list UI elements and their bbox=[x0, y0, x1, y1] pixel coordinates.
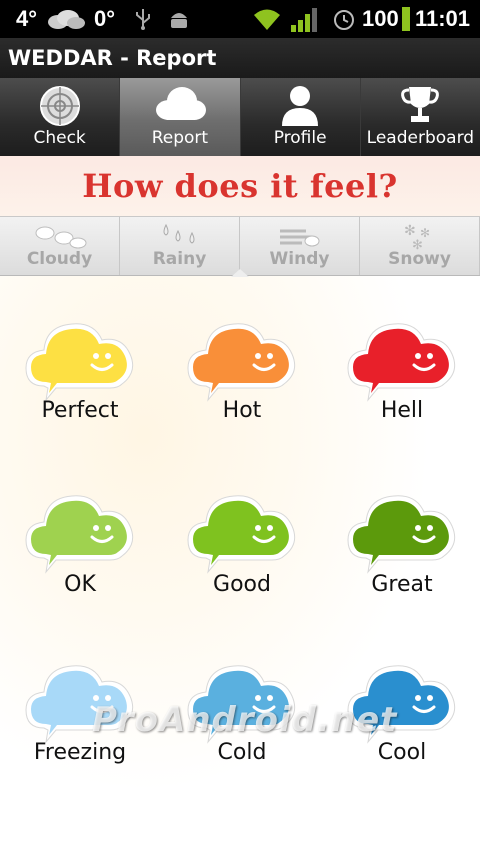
filter-windy-label: Windy bbox=[269, 249, 330, 269]
trophy-icon bbox=[401, 87, 440, 122]
mood-good[interactable]: Good bbox=[162, 446, 322, 616]
tab-check-label: Check bbox=[33, 128, 86, 148]
filter-windy[interactable]: Windy bbox=[240, 217, 360, 275]
heading-text: How does it feel? bbox=[82, 167, 398, 205]
cloud-icon bbox=[48, 10, 85, 29]
mood-label: Perfect bbox=[41, 398, 119, 423]
tab-report[interactable]: Report bbox=[120, 78, 241, 156]
app-title-bar: WEDDAR - Report bbox=[0, 38, 480, 78]
tab-profile-label: Profile bbox=[273, 128, 327, 148]
tab-leaderboard-label: Leaderboard bbox=[366, 128, 475, 148]
mood-ok[interactable]: OK bbox=[0, 446, 160, 616]
status-bar: 4° 0° 100 11:01 bbox=[0, 0, 480, 38]
status-temp-high: 0° bbox=[94, 6, 116, 31]
smiley-cloud-icon bbox=[347, 495, 456, 574]
clouds-icon bbox=[35, 226, 86, 249]
mood-hot[interactable]: Hot bbox=[162, 274, 322, 444]
mood-label: Freezing bbox=[33, 740, 127, 765]
filter-snowy-label: Snowy bbox=[388, 249, 451, 269]
filter-snowy[interactable]: ✻ ✻ ✻ Snowy bbox=[360, 217, 480, 275]
wifi-icon bbox=[254, 9, 280, 30]
tab-profile[interactable]: Profile bbox=[240, 78, 361, 156]
tab-report-label: Report bbox=[151, 128, 209, 148]
mood-label: Cold bbox=[217, 740, 267, 765]
wind-icon bbox=[279, 229, 319, 247]
alarm-icon bbox=[334, 10, 354, 30]
watermark: ProAndroid.net bbox=[92, 700, 398, 740]
mood-label: Cool bbox=[377, 740, 427, 765]
filter-rainy-label: Rainy bbox=[152, 249, 207, 269]
tab-check[interactable]: Check bbox=[0, 78, 121, 156]
mood-grid: Perfect Hot Hell OK Good Great Freezing Cold Coo… bbox=[0, 274, 480, 854]
mood-label: Hell bbox=[380, 398, 424, 423]
battery-icon bbox=[402, 7, 410, 31]
app-title: WEDDAR - Report bbox=[8, 46, 217, 70]
weather-filter-bar: Cloudy Rainy Windy ✻ ✻ ✻ Snowy bbox=[0, 216, 480, 277]
battery-level: 100 bbox=[362, 6, 399, 31]
usb-icon bbox=[136, 9, 150, 30]
filter-rainy[interactable]: Rainy bbox=[120, 217, 240, 275]
raindrops-icon bbox=[163, 223, 194, 244]
filter-cloudy[interactable]: Cloudy bbox=[0, 217, 120, 275]
person-icon bbox=[282, 86, 319, 126]
status-time: 11:01 bbox=[414, 6, 470, 31]
main-tabs: Check Report Profile Leaderboard bbox=[0, 78, 480, 156]
svg-text:✻: ✻ bbox=[404, 223, 416, 239]
page-heading: How does it feel? bbox=[0, 156, 480, 216]
tab-leaderboard[interactable]: Leaderboard bbox=[360, 78, 480, 156]
smiley-cloud-icon bbox=[25, 323, 134, 402]
mood-label: Good bbox=[213, 572, 271, 597]
smiley-cloud-icon bbox=[187, 323, 296, 402]
smiley-cloud-icon bbox=[187, 495, 296, 574]
mood-great[interactable]: Great bbox=[322, 446, 480, 616]
mood-label: Hot bbox=[222, 398, 262, 423]
filter-cloudy-label: Cloudy bbox=[26, 249, 93, 269]
mood-hell[interactable]: Hell bbox=[322, 274, 480, 444]
status-temp-low: 4° bbox=[16, 6, 38, 31]
mood-label: OK bbox=[64, 572, 96, 597]
report-panel: How does it feel? Cloudy Rainy Windy ✻ ✻… bbox=[0, 156, 480, 854]
snowflake-icon: ✻ ✻ ✻ bbox=[404, 223, 430, 251]
cloud-icon bbox=[155, 87, 206, 120]
signal-icon bbox=[291, 8, 317, 32]
smiley-cloud-icon bbox=[25, 495, 134, 574]
android-icon bbox=[171, 13, 187, 28]
smiley-cloud-icon bbox=[347, 323, 456, 402]
mood-label: Great bbox=[371, 572, 433, 597]
mood-perfect[interactable]: Perfect bbox=[0, 274, 160, 444]
radar-icon bbox=[39, 86, 80, 126]
